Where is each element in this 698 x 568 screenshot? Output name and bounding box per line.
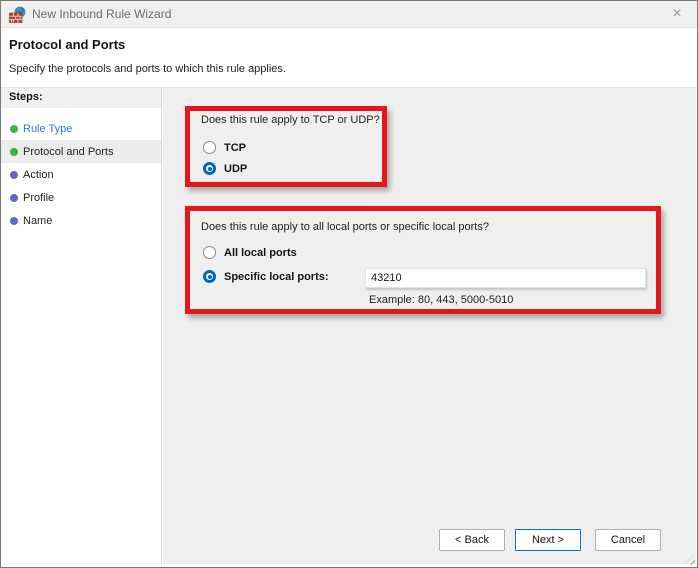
step-bullet-icon xyxy=(10,217,18,225)
radio-all-local-ports[interactable]: All local ports xyxy=(203,246,297,259)
content-area xyxy=(163,88,696,564)
cancel-button[interactable]: Cancel xyxy=(595,529,661,551)
step-label: Profile xyxy=(23,192,54,204)
step-bullet-icon xyxy=(10,171,18,179)
radio-udp-label: UDP xyxy=(224,163,247,175)
close-icon[interactable]: × xyxy=(665,3,689,25)
ports-example-hint: Example: 80, 443, 5000-5010 xyxy=(369,294,513,306)
sidebar-item-protocol-and-ports: Protocol and Ports xyxy=(1,140,161,163)
specific-ports-input[interactable] xyxy=(365,268,646,288)
radio-unselected-icon xyxy=(203,141,216,154)
page-subtitle: Specify the protocols and ports to which… xyxy=(9,63,286,75)
radio-tcp-label: TCP xyxy=(224,142,246,154)
radio-all-local-ports-label: All local ports xyxy=(224,247,297,259)
radio-specific-local-ports-label: Specific local ports: xyxy=(224,271,329,283)
step-label: Action xyxy=(23,169,54,181)
page-title: Protocol and Ports xyxy=(9,37,125,52)
radio-udp[interactable]: UDP xyxy=(203,162,247,175)
wizard-window: New Inbound Rule Wizard × Protocol and P… xyxy=(0,0,698,568)
next-button[interactable]: Next > xyxy=(515,529,581,551)
step-bullet-icon xyxy=(10,125,18,133)
sidebar-item-profile: Profile xyxy=(1,186,161,209)
radio-selected-icon xyxy=(203,270,216,283)
sidebar-item-rule-type[interactable]: Rule Type xyxy=(1,117,161,140)
step-label: Name xyxy=(23,215,52,227)
radio-tcp[interactable]: TCP xyxy=(203,141,246,154)
firewall-app-icon xyxy=(9,6,26,23)
sidebar-item-action: Action xyxy=(1,163,161,186)
radio-unselected-icon xyxy=(203,246,216,259)
back-button[interactable]: < Back xyxy=(439,529,505,551)
ports-question: Does this rule apply to all local ports … xyxy=(201,221,489,233)
protocol-question: Does this rule apply to TCP or UDP? xyxy=(201,114,380,126)
sidebar-item-name: Name xyxy=(1,209,161,232)
step-bullet-icon xyxy=(10,194,18,202)
step-label: Protocol and Ports xyxy=(23,146,114,158)
radio-selected-icon xyxy=(203,162,216,175)
title-bar: New Inbound Rule Wizard × xyxy=(1,1,697,28)
steps-sidebar: Steps: Rule Type Protocol and Ports Acti… xyxy=(1,88,162,564)
step-bullet-icon xyxy=(10,148,18,156)
wizard-header: Protocol and Ports Specify the protocols… xyxy=(1,29,697,88)
steps-heading: Steps: xyxy=(1,88,161,108)
step-label: Rule Type xyxy=(23,123,72,135)
window-title: New Inbound Rule Wizard xyxy=(32,7,171,21)
radio-specific-local-ports[interactable]: Specific local ports: xyxy=(203,270,329,283)
